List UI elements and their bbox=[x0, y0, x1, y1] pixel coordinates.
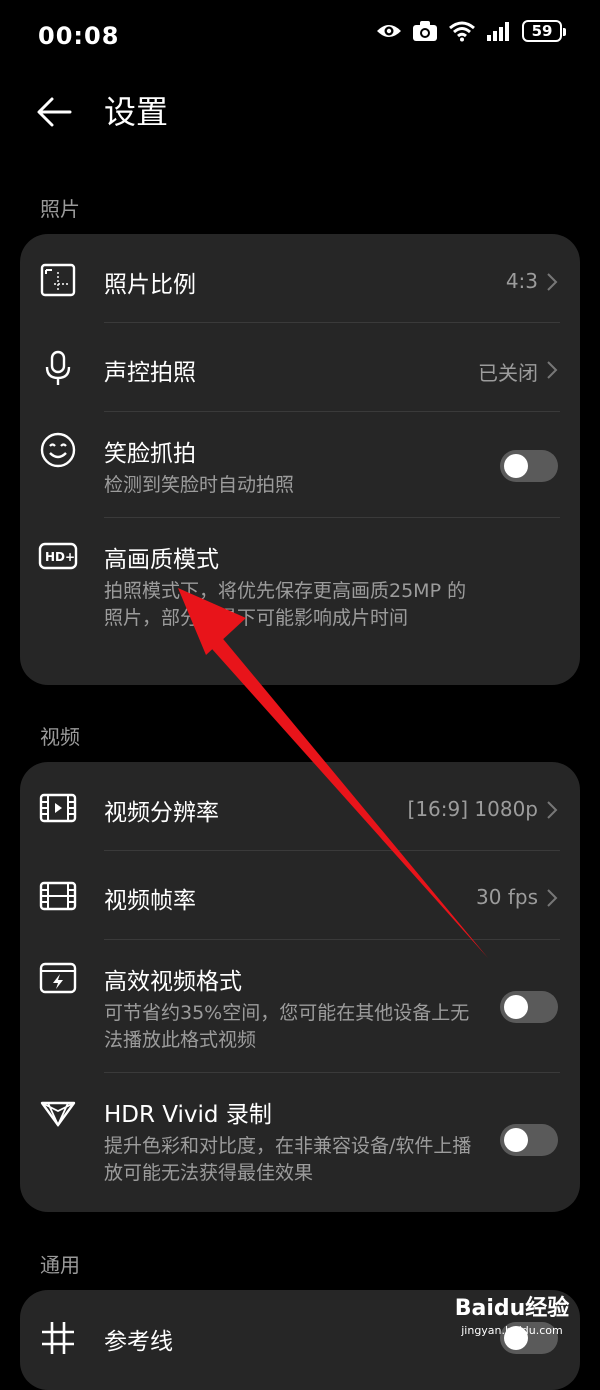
setting-subtitle: 拍照模式下，将优先保存更高画质25MP 的照片，部分场景下可能影响成片时间 bbox=[104, 580, 467, 629]
setting-video-frame-rate[interactable]: 视频帧率 30 fps bbox=[20, 851, 580, 940]
section-label-photo: 照片 bbox=[40, 197, 80, 221]
watermark-main: Baidu经验 bbox=[454, 1296, 570, 1321]
status-icons: 59 bbox=[376, 20, 566, 42]
wifi-icon bbox=[448, 20, 476, 42]
hdr-vivid-icon bbox=[38, 1093, 78, 1133]
setting-video-resolution[interactable]: 视频分辨率 [16:9] 1080p bbox=[20, 762, 580, 851]
setting-title: 视频帧率 bbox=[104, 888, 196, 914]
setting-title: 参考线 bbox=[104, 1329, 173, 1355]
status-time: 00:08 bbox=[38, 22, 120, 50]
chevron-right-icon bbox=[547, 801, 558, 819]
aspect-ratio-icon bbox=[38, 260, 78, 300]
setting-title: HDR Vivid 录制 bbox=[104, 1102, 272, 1128]
eye-icon bbox=[376, 21, 402, 41]
hd-plus-icon: HD+ bbox=[38, 536, 78, 576]
chevron-right-icon bbox=[547, 889, 558, 907]
page-title: 设置 bbox=[104, 93, 169, 131]
section-label-video: 视频 bbox=[40, 725, 80, 749]
back-arrow-icon bbox=[37, 97, 72, 127]
section-label-general: 通用 bbox=[40, 1253, 80, 1277]
camera-icon bbox=[412, 20, 438, 42]
chevron-right-icon bbox=[547, 361, 558, 379]
photo-settings-card: 照片比例 4:3 声控拍照 已关闭 笑脸抓拍 检测到笑脸时自动拍照 HD+ 高画… bbox=[20, 234, 580, 685]
microphone-icon bbox=[38, 348, 78, 388]
film-frame-icon bbox=[38, 876, 78, 916]
setting-smile-capture[interactable]: 笑脸抓拍 检测到笑脸时自动拍照 bbox=[20, 412, 580, 518]
setting-photo-ratio[interactable]: 照片比例 4:3 bbox=[20, 234, 580, 323]
baidu-watermark: Baidu经验 jingyan.baidu.com bbox=[452, 1294, 572, 1346]
efficient-video-toggle[interactable] bbox=[500, 991, 558, 1023]
setting-title: 照片比例 bbox=[104, 272, 196, 298]
video-resolution-icon bbox=[38, 788, 78, 828]
setting-value: 已关闭 bbox=[478, 361, 538, 385]
efficient-video-icon bbox=[38, 958, 78, 998]
setting-subtitle: 检测到笑脸时自动拍照 bbox=[104, 474, 295, 496]
setting-title: 高效视频格式 bbox=[104, 969, 242, 995]
grid-lines-icon bbox=[38, 1318, 78, 1358]
setting-title: 视频分辨率 bbox=[104, 800, 219, 826]
back-button[interactable] bbox=[34, 90, 84, 134]
watermark-sub: jingyan.baidu.com bbox=[461, 1324, 563, 1337]
chevron-right-icon bbox=[547, 273, 558, 291]
video-settings-card: 视频分辨率 [16:9] 1080p 视频帧率 30 fps 高效视频格式 可节… bbox=[20, 762, 580, 1212]
hdr-vivid-toggle[interactable] bbox=[500, 1124, 558, 1156]
svg-text:HD+: HD+ bbox=[45, 550, 75, 564]
signal-icon bbox=[486, 21, 512, 41]
setting-title: 高画质模式 bbox=[104, 547, 219, 573]
setting-subtitle: 可节省约35%空间，您可能在其他设备上无法播放此格式视频 bbox=[104, 1002, 470, 1051]
setting-efficient-video-format[interactable]: 高效视频格式 可节省约35%空间，您可能在其他设备上无法播放此格式视频 bbox=[20, 940, 580, 1073]
setting-high-quality-mode[interactable]: HD+ 高画质模式 拍照模式下，将优先保存更高画质25MP 的照片，部分场景下可… bbox=[20, 518, 580, 685]
setting-title: 笑脸抓拍 bbox=[104, 441, 196, 467]
setting-value: 4:3 bbox=[505, 269, 538, 293]
setting-hdr-vivid-recording[interactable]: HDR Vivid 录制 提升色彩和对比度，在非兼容设备/软件上播放可能无法获得… bbox=[20, 1073, 580, 1212]
status-bar: 00:08 59 bbox=[0, 0, 600, 76]
app-header: 设置 bbox=[0, 76, 600, 156]
setting-value: 30 fps bbox=[476, 885, 538, 909]
battery-icon: 59 bbox=[522, 20, 566, 42]
setting-voice-capture[interactable]: 声控拍照 已关闭 bbox=[20, 323, 580, 412]
setting-title: 声控拍照 bbox=[104, 360, 196, 386]
setting-value: [16:9] 1080p bbox=[407, 797, 538, 821]
smile-capture-toggle[interactable] bbox=[500, 450, 558, 482]
smile-icon bbox=[38, 430, 78, 470]
setting-subtitle: 提升色彩和对比度，在非兼容设备/软件上播放可能无法获得最佳效果 bbox=[104, 1135, 472, 1184]
